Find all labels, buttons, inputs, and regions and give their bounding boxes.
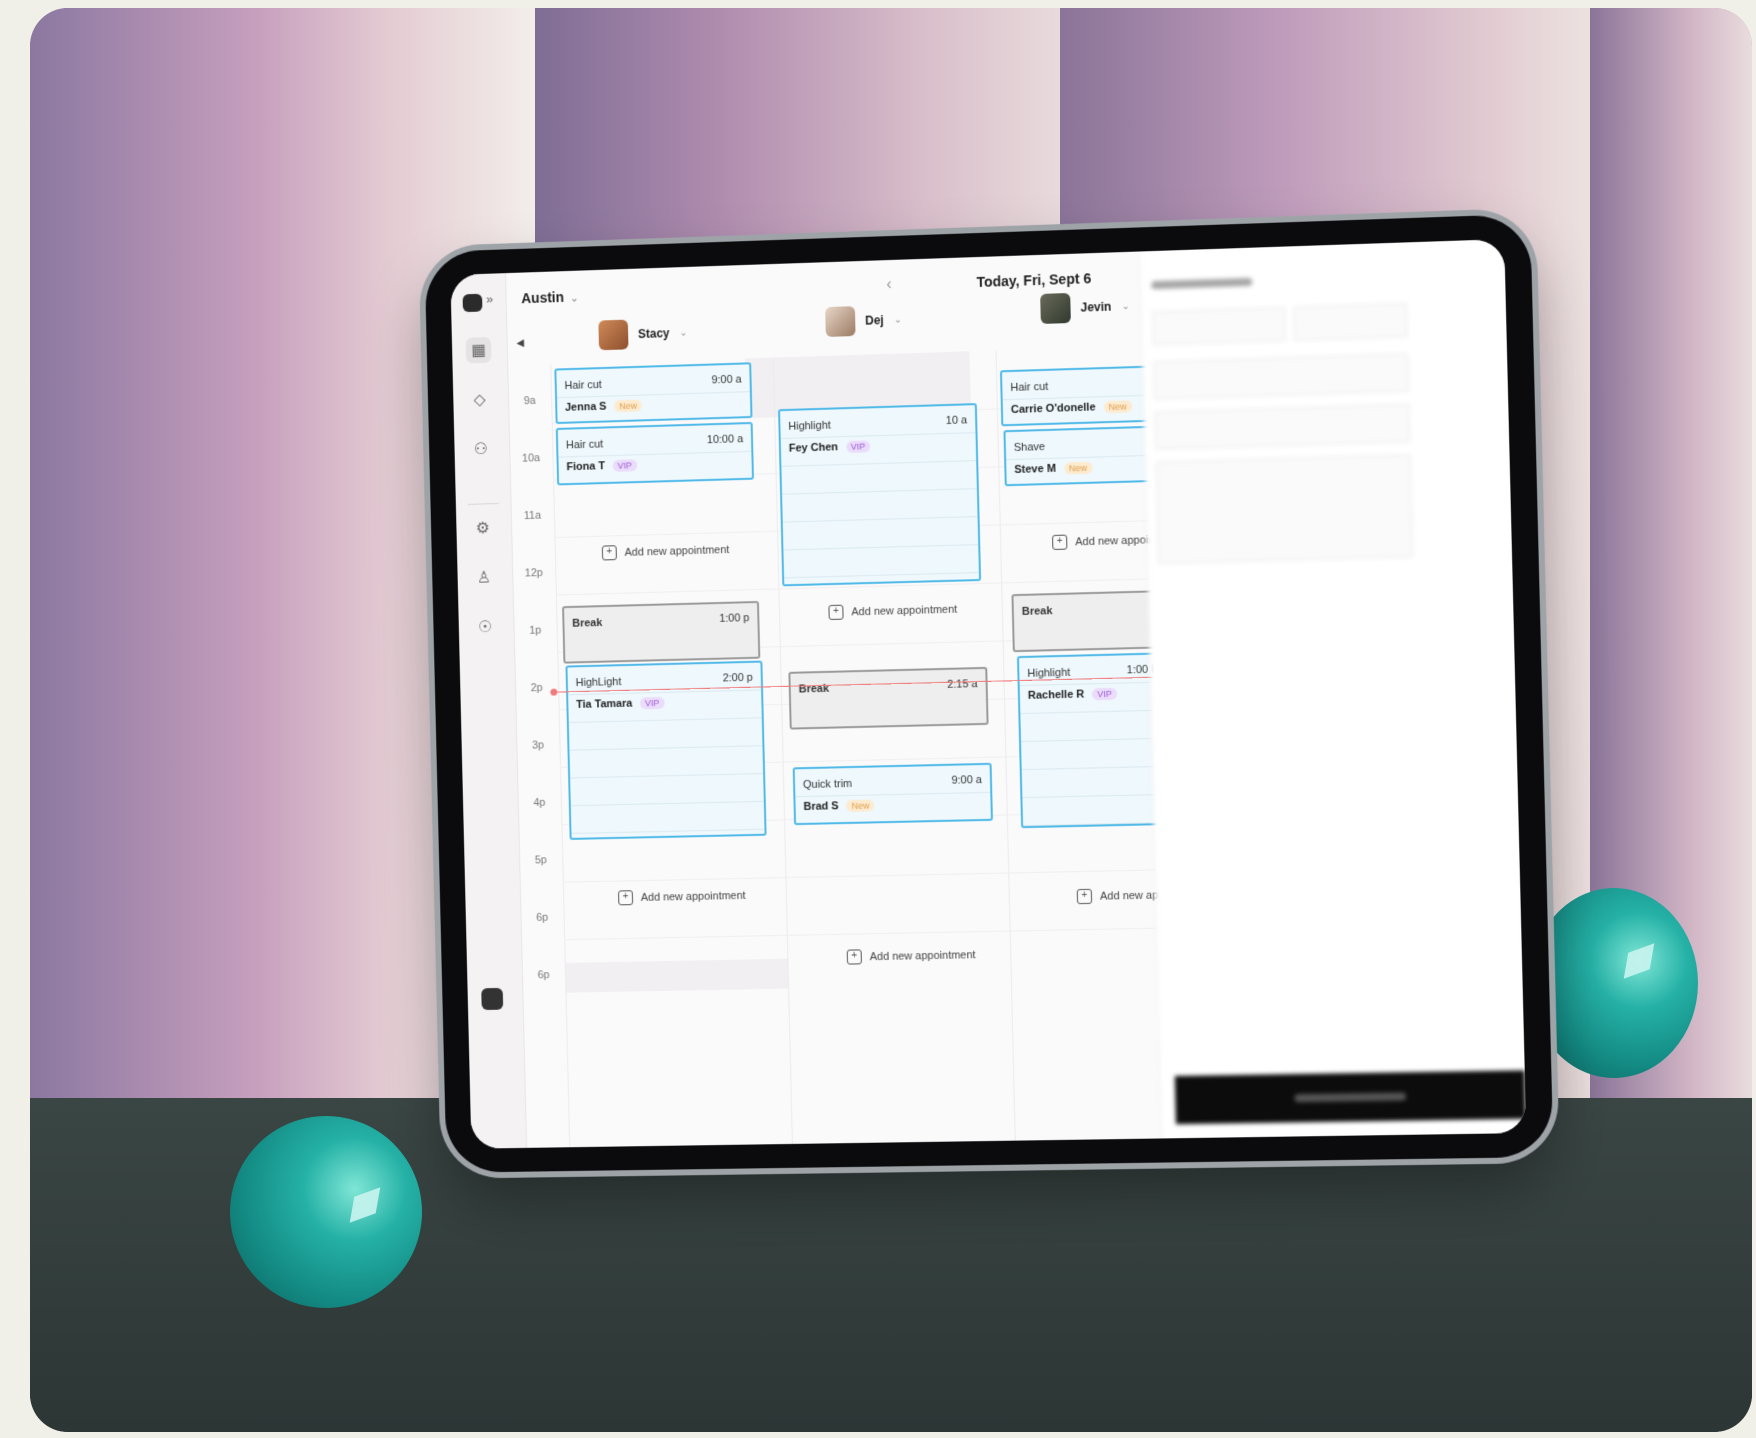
chevron-down-icon: ⌄: [679, 327, 688, 339]
appointment-time: 10:00 a: [706, 433, 744, 447]
panel-field[interactable]: [1153, 353, 1410, 400]
staff-stacy[interactable]: Stacy ⌄: [598, 313, 688, 356]
service-name: Hair cut: [1010, 380, 1049, 395]
appointment-card[interactable]: Highlight 10 a Fey Chen VIP: [778, 403, 982, 587]
time-label: 5p: [534, 854, 547, 867]
vip-badge: VIP: [639, 696, 665, 710]
calendar-icon[interactable]: ▦: [465, 336, 492, 364]
service-name: Shave: [1013, 441, 1046, 454]
unavailable-block: [564, 958, 789, 993]
add-appointment-label: Add new appointment: [869, 948, 976, 963]
panel-submit-button[interactable]: [1174, 1070, 1526, 1125]
tablet-device: » ▦ ◇ ⚇ ⚙ ♙ ☉ Austin ⌄ ‹ Today, Fri, Sept…: [424, 213, 1554, 1173]
appointment-side-panel: [1139, 239, 1527, 1139]
panel-field[interactable]: [1152, 306, 1286, 346]
time-label: 11a: [523, 509, 542, 523]
client-name: Brad S: [803, 800, 839, 813]
time-label: 3p: [531, 739, 545, 752]
new-badge: New: [1103, 400, 1132, 414]
appointment-card[interactable]: Shave Steve M New: [1003, 425, 1166, 487]
add-appointment-button[interactable]: + Add new appointment: [618, 888, 746, 906]
add-calendar-icon: +: [601, 545, 617, 561]
time-label: 12p: [524, 567, 543, 580]
collapse-triangle-icon[interactable]: ◀: [516, 338, 524, 349]
add-appointment-label: Add new appointment: [640, 889, 746, 904]
client-name: Fiona T: [566, 460, 606, 474]
client-name: Jenna S: [564, 400, 607, 414]
time-label: 9a: [523, 394, 536, 408]
tag-icon[interactable]: ◇: [467, 386, 493, 412]
service-name: Highlight: [788, 419, 831, 433]
staff-avatar: [825, 306, 856, 337]
user-icon[interactable]: ♙: [471, 564, 497, 590]
appointment-card[interactable]: Hair cut 10:00 a Fiona T VIP: [555, 421, 755, 486]
new-badge: New: [1063, 461, 1093, 475]
teal-sphere: [1530, 888, 1698, 1078]
appointment-card[interactable]: Hair cut Carrie O'donelle New: [999, 365, 1162, 427]
break-card[interactable]: Break 1:00 p: [562, 600, 761, 664]
panel-title: [1151, 277, 1253, 290]
profile-avatar[interactable]: [481, 987, 504, 1011]
panel-submit-label: [1293, 1092, 1406, 1103]
service-name: Break: [1021, 605, 1053, 618]
tablet-screen: » ▦ ◇ ⚇ ⚙ ♙ ☉ Austin ⌄ ‹ Today, Fri, Sept…: [450, 239, 1527, 1149]
appointment-time: 1:00 p: [719, 612, 750, 625]
expand-sidebar-icon[interactable]: »: [486, 291, 493, 306]
appointment-card[interactable]: Quick trim 9:00 a Brad S New: [792, 762, 993, 826]
client-name: Fey Chen: [788, 441, 839, 455]
appointment-card[interactable]: Hair cut 9:00 a Jenna S New: [554, 362, 753, 425]
appointment-time: 9:00 a: [711, 373, 742, 387]
chevron-down-icon: ⌄: [893, 314, 903, 326]
add-calendar-icon: +: [828, 604, 844, 621]
vip-badge: VIP: [845, 440, 871, 453]
add-appointment-button[interactable]: + Add new appointment: [601, 542, 730, 561]
client-name: Rachelle R: [1027, 688, 1085, 702]
time-label: 4p: [533, 796, 546, 810]
break-card[interactable]: Break 2:15 a: [788, 666, 989, 730]
staff-avatar: [1040, 292, 1071, 324]
location-selector[interactable]: Austin ⌄: [521, 288, 579, 306]
add-calendar-icon: +: [1076, 888, 1093, 905]
photo-scene: » ▦ ◇ ⚇ ⚙ ♙ ☉ Austin ⌄ ‹ Today, Fri, Sept…: [30, 8, 1752, 1432]
staff-jevin[interactable]: Jevin ⌄: [1040, 286, 1130, 329]
settings-gear-icon[interactable]: ⚙: [470, 515, 496, 541]
appointment-time: 9:00 a: [951, 774, 983, 787]
new-badge: New: [614, 399, 643, 413]
add-appointment-button[interactable]: + Add new appointment: [828, 602, 958, 621]
chevron-down-icon: ⌄: [569, 292, 580, 305]
new-badge: New: [846, 799, 875, 813]
add-appointment-button[interactable]: + Add new appointment: [846, 947, 976, 965]
time-label: 1p: [529, 624, 542, 637]
chevron-left-icon[interactable]: ‹: [874, 276, 904, 295]
time-label: 6p: [535, 911, 549, 924]
panel-field[interactable]: [1293, 302, 1408, 341]
time-label: 6p: [537, 969, 550, 982]
vip-badge: VIP: [612, 459, 638, 472]
appointment-time: 2:15 a: [946, 678, 978, 691]
panel-notes-field[interactable]: [1155, 454, 1414, 565]
teal-sphere: [230, 1116, 422, 1308]
add-appointment-label: Add new appointment: [624, 543, 730, 559]
app-logo: [462, 293, 483, 313]
add-calendar-icon: +: [846, 949, 862, 965]
vip-badge: VIP: [1092, 687, 1118, 701]
clients-icon[interactable]: ⚇: [468, 436, 494, 462]
time-label: 10a: [521, 452, 541, 465]
add-calendar-icon: +: [618, 890, 634, 906]
staff-dej[interactable]: Dej ⌄: [825, 300, 903, 342]
add-appointment-label: Add new appointment: [851, 603, 958, 618]
client-name: Steve M: [1014, 462, 1057, 476]
service-hand-icon[interactable]: ☉: [472, 614, 498, 640]
client-name: Carrie O'donelle: [1010, 401, 1096, 417]
chevron-down-icon: ⌄: [1121, 300, 1130, 312]
appointment-time: 2:00 p: [722, 671, 754, 685]
panel-field[interactable]: [1154, 403, 1411, 450]
appointment-time: 10 a: [945, 414, 968, 428]
add-calendar-icon: +: [1052, 534, 1068, 551]
client-name: Tia Tamara: [576, 697, 633, 711]
sidebar-divider: [467, 502, 499, 505]
staff-avatar: [598, 319, 629, 351]
